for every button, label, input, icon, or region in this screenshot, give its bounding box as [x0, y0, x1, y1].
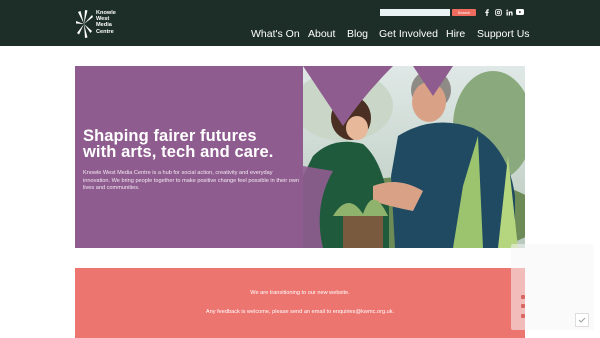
instagram-icon[interactable] [494, 8, 502, 16]
transition-banner: We are transitioning to our new website.… [75, 268, 525, 338]
nav-blog[interactable]: Blog [347, 27, 368, 41]
hero-description: Knowle West Media Centre is a hub for so… [83, 170, 300, 192]
nav-support-us[interactable]: Support Us [477, 27, 530, 41]
nav-about[interactable]: About [308, 27, 335, 41]
search-input[interactable] [380, 9, 450, 16]
nav-hire[interactable]: Hire [446, 27, 465, 41]
site-header: Knowle West Media Centre Search What's O… [0, 0, 600, 46]
facebook-icon[interactable] [483, 8, 491, 16]
linkedin-icon[interactable] [505, 8, 513, 16]
cookie-option[interactable] [521, 304, 581, 308]
hero-title-line: Shaping fairer futures [83, 127, 257, 145]
nav-get-involved[interactable]: Get Involved [379, 27, 438, 41]
youtube-icon[interactable] [516, 8, 524, 16]
logo-mark-icon [76, 10, 93, 38]
logo-text: Knowle West Media Centre [96, 10, 116, 40]
hero-title-line: with arts, tech and care. [83, 143, 274, 161]
search-button[interactable]: Search [452, 9, 476, 16]
cookie-option[interactable] [521, 295, 581, 299]
checkbox-icon [521, 314, 525, 318]
hero-photo [303, 66, 525, 248]
cookie-accept-button[interactable] [575, 313, 589, 327]
checkbox-icon [521, 295, 525, 299]
nav-whats-on[interactable]: What's On [251, 27, 300, 41]
banner-line-2[interactable]: Any feedback is welcome, please send an … [75, 308, 525, 316]
site-logo[interactable]: Knowle West Media Centre [75, 10, 123, 40]
logo-line: Centre [96, 28, 114, 35]
banner-line-1: We are transitioning to our new website. [250, 290, 350, 296]
checkbox-icon [521, 304, 525, 308]
hero-title: Shaping fairer futures with arts, tech a… [83, 127, 303, 161]
hero-section: Shaping fairer futures with arts, tech a… [75, 66, 525, 248]
cookie-option[interactable] [521, 314, 581, 318]
check-icon [578, 317, 586, 323]
